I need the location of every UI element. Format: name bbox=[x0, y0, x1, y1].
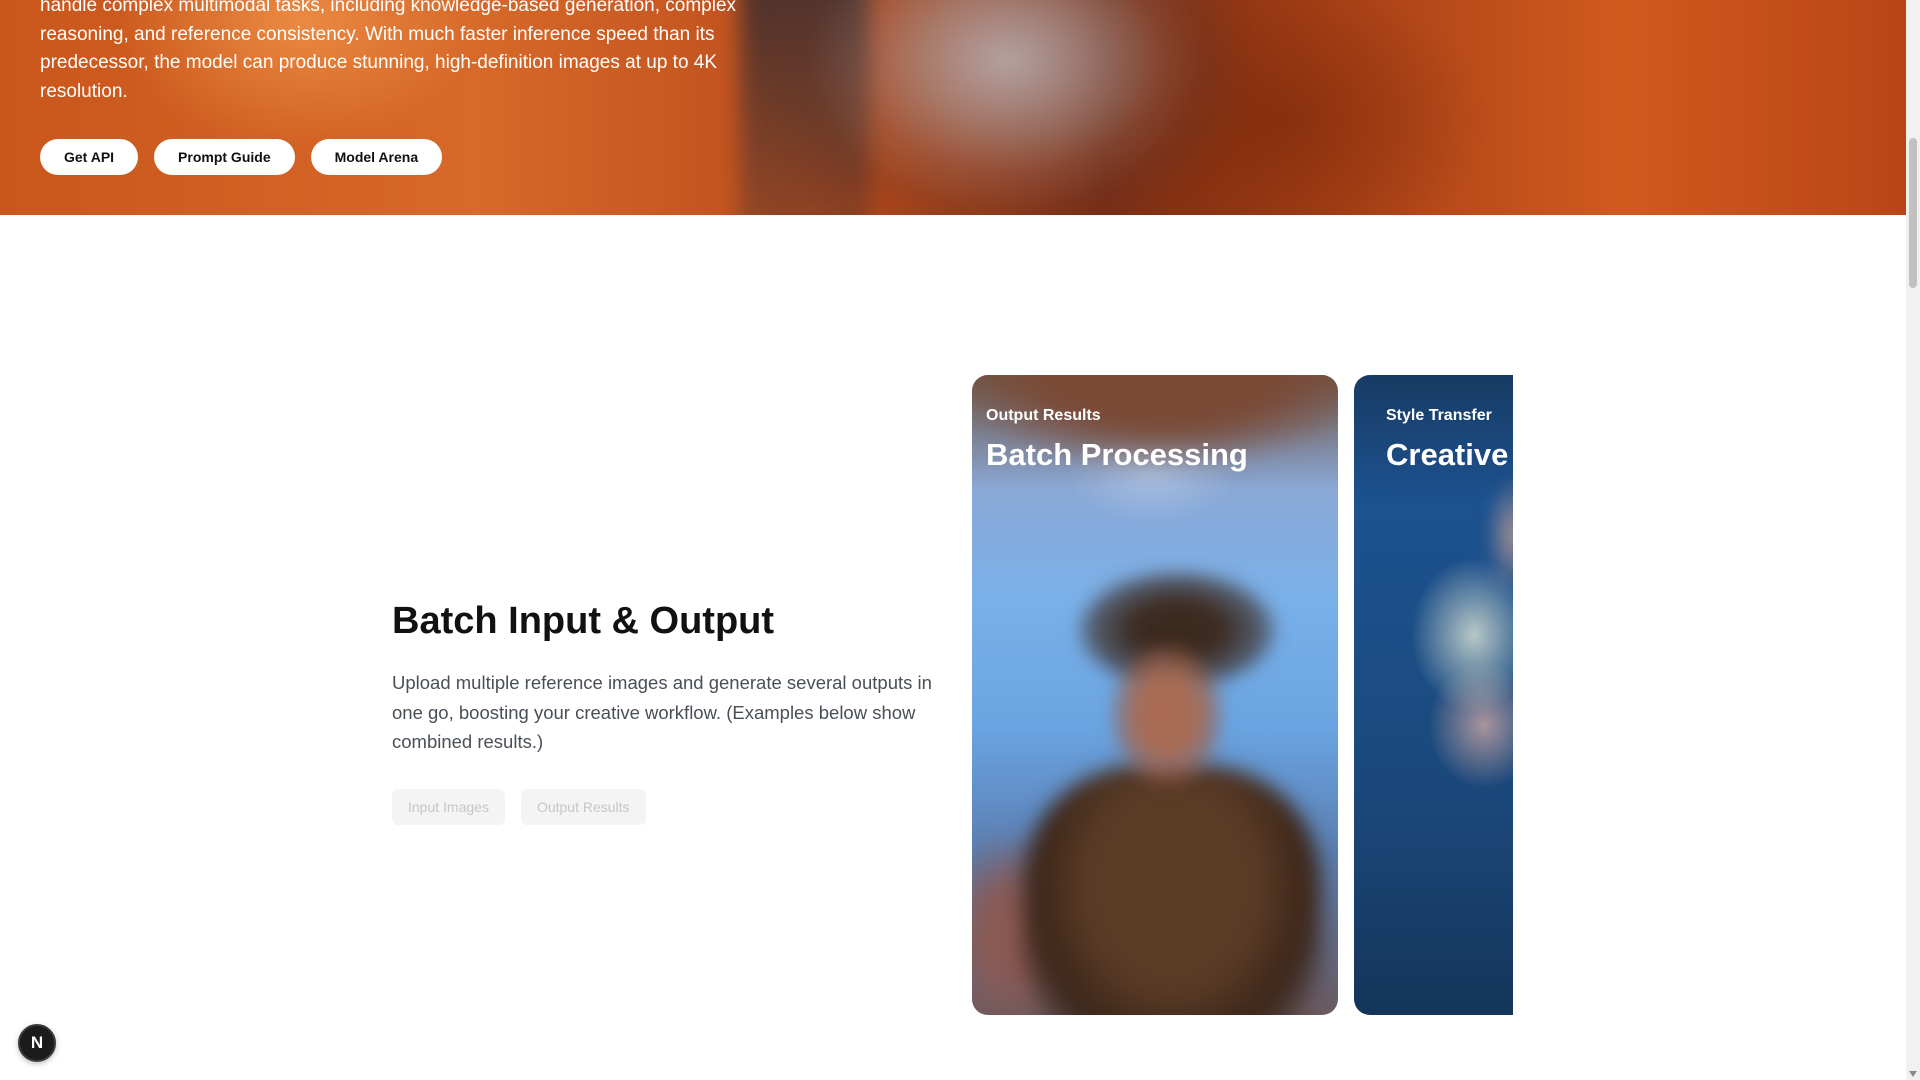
card-heading: Creative bbox=[1386, 437, 1509, 472]
hero-section: handle complex multimodal tasks, includi… bbox=[0, 0, 1906, 215]
example-card-style-transfer[interactable]: Style Transfer Creative bbox=[1354, 375, 1513, 1015]
badge-letter: N bbox=[30, 1033, 44, 1052]
hero-button-group: Get API Prompt Guide Model Arena bbox=[40, 139, 443, 175]
hero-description: handle complex multimodal tasks, includi… bbox=[40, 0, 800, 106]
tab-output-results[interactable]: Output Results bbox=[520, 789, 646, 825]
get-api-button[interactable]: Get API bbox=[40, 139, 139, 175]
hero-description-line: handle complex multimodal tasks, includi… bbox=[40, 0, 737, 16]
card-label: Output Results bbox=[986, 407, 1101, 424]
chevron-down-icon[interactable] bbox=[1909, 1071, 1917, 1077]
page: handle complex multimodal tasks, includi… bbox=[0, 0, 1920, 1080]
card-heading: Batch Processing bbox=[986, 437, 1248, 472]
prompt-guide-button[interactable]: Prompt Guide bbox=[154, 139, 295, 175]
hero-description-line: predecessor, the model can produce stunn… bbox=[40, 52, 718, 73]
card-image-face bbox=[1112, 645, 1222, 785]
example-cards-carousel[interactable]: Output Results Batch Processing Style Tr… bbox=[972, 375, 1513, 1015]
n-logo-icon[interactable]: N bbox=[18, 1024, 56, 1062]
hero-background-figure bbox=[770, 0, 1240, 215]
card-image-figure bbox=[1484, 475, 1513, 595]
example-card-batch-processing[interactable]: Output Results Batch Processing bbox=[972, 375, 1338, 1015]
tab-input-images[interactable]: Input Images bbox=[392, 789, 505, 825]
card-image-figure bbox=[1022, 765, 1322, 1015]
scrollbar-thumb[interactable] bbox=[1909, 138, 1917, 288]
feature-description: Upload multiple reference images and gen… bbox=[392, 672, 932, 752]
hero-description-line: resolution. bbox=[40, 80, 128, 102]
card-label: Style Transfer bbox=[1386, 407, 1492, 424]
vertical-scrollbar[interactable] bbox=[1906, 0, 1920, 1080]
model-arena-button[interactable]: Model Arena bbox=[310, 139, 443, 175]
hero-description-line: reasoning, and reference consistency. Wi… bbox=[40, 23, 715, 45]
feature-tab-group: Input Images Output Results bbox=[392, 789, 646, 825]
feature-title: Batch Input & Output bbox=[392, 600, 775, 642]
